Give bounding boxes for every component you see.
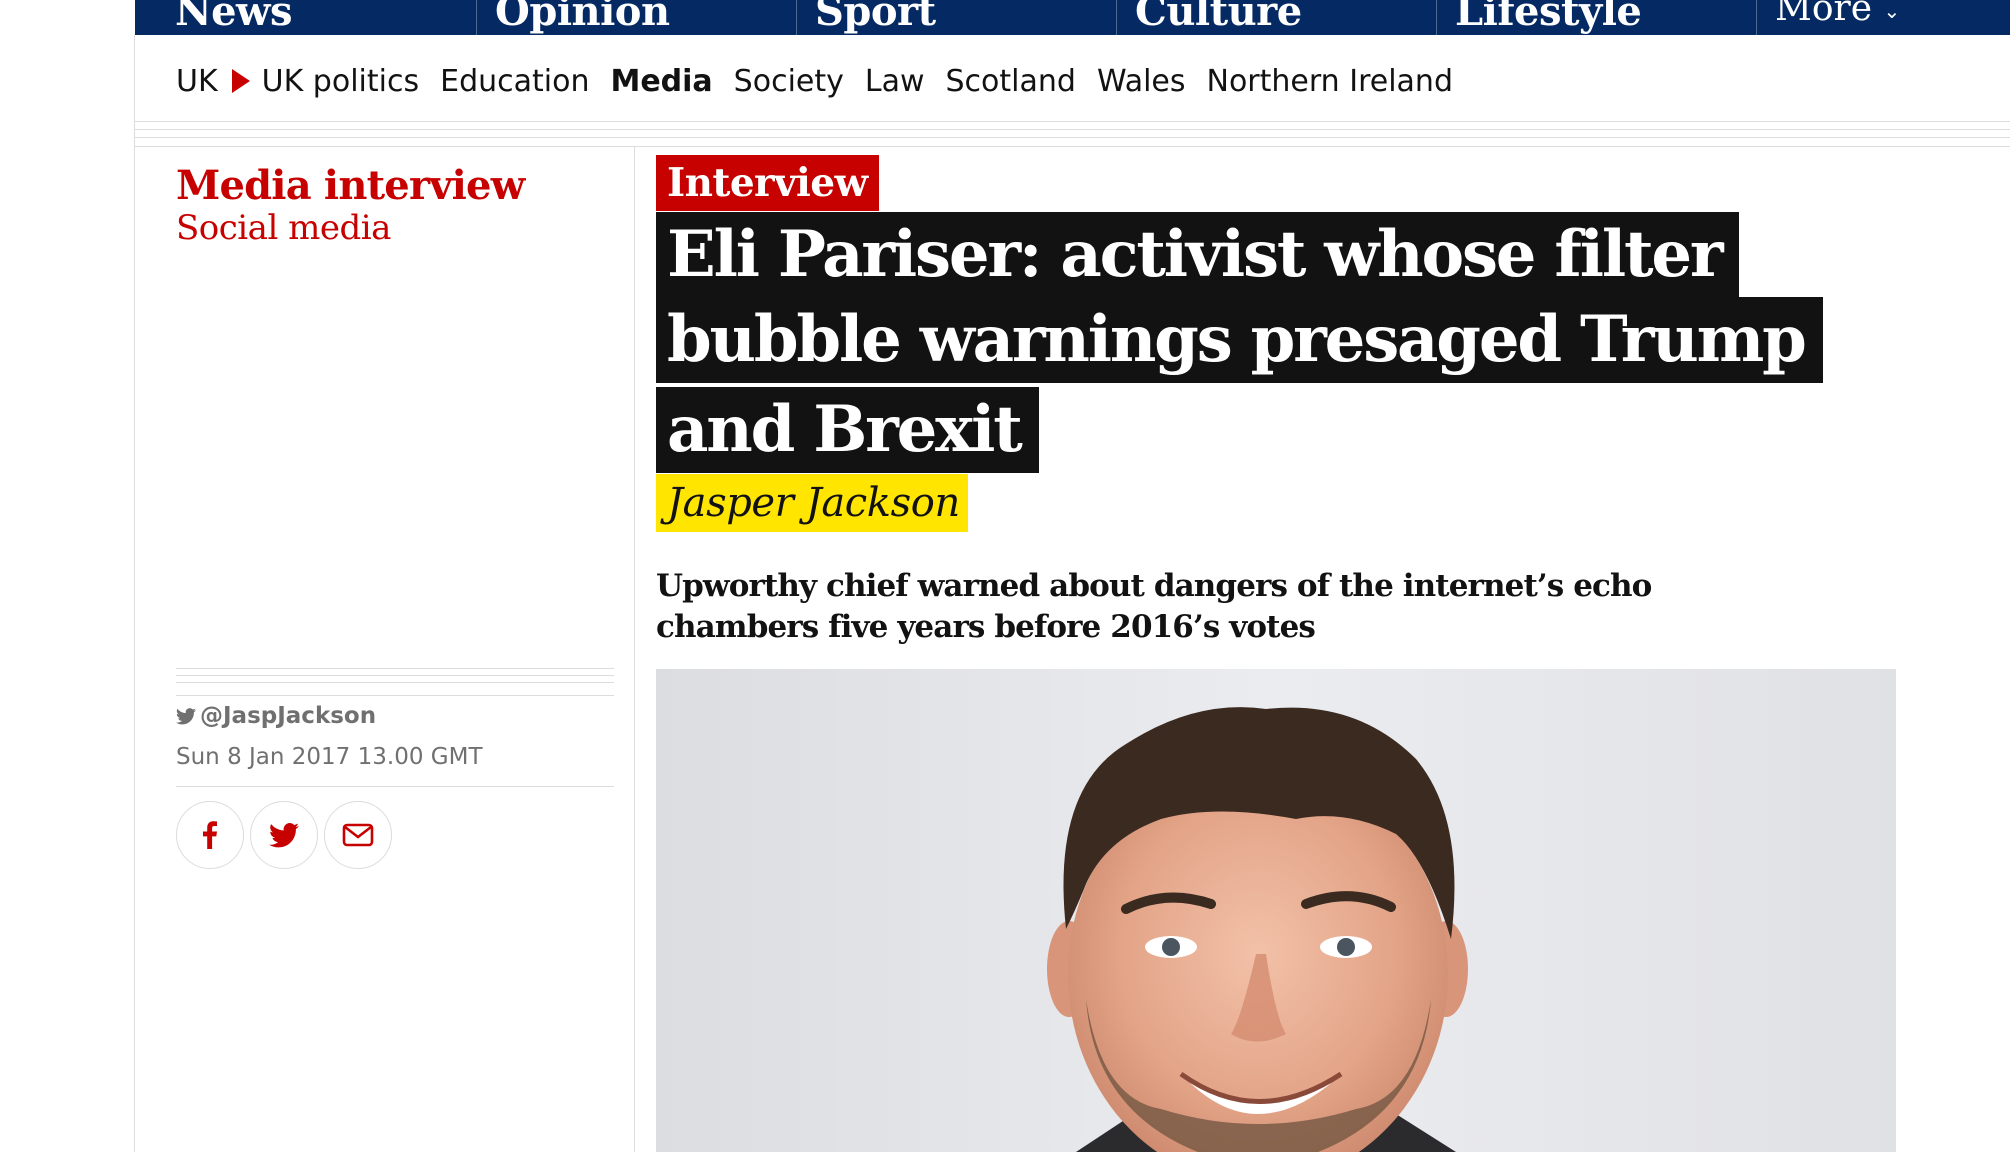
chevron-down-icon: ⌄ — [1883, 0, 1901, 23]
series-label[interactable]: Media interview — [176, 162, 525, 209]
subnav-law[interactable]: Law — [865, 64, 925, 99]
pillar-divider — [476, 0, 477, 35]
pillar-sport[interactable]: Sport — [815, 0, 936, 35]
article-main-image — [656, 669, 1896, 1152]
series-sublabel[interactable]: Social media — [176, 208, 391, 248]
column-divider — [634, 147, 635, 1152]
headline-line: Eli Pariser: activist whose filter — [656, 212, 1740, 298]
portrait-photo — [656, 669, 1896, 1152]
pillar-divider — [796, 0, 797, 35]
headline-line: bubble warnings presaged Trump — [656, 297, 1823, 383]
breadcrumb-arrow-icon — [231, 69, 250, 93]
pillar-divider — [1756, 0, 1757, 35]
article-kicker: Interview — [656, 155, 880, 211]
subnav-uk[interactable]: UK — [176, 64, 218, 99]
pillar-divider — [1116, 0, 1117, 35]
pillar-divider — [1436, 0, 1437, 35]
pillar-more-button[interactable]: More ⌄ — [1775, 0, 1900, 29]
meta-divider-bottom — [176, 786, 614, 787]
pillar-more-label: More — [1775, 0, 1873, 29]
subnav-uk-politics[interactable]: UK politics — [262, 64, 419, 99]
frame-left-border — [134, 35, 135, 1152]
share-twitter-button[interactable] — [250, 801, 318, 869]
article-standfirst: Upworthy chief warned about dangers of t… — [656, 566, 1696, 648]
subnav-education[interactable]: Education — [440, 64, 589, 99]
subnav-wales[interactable]: Wales — [1097, 64, 1186, 99]
facebook-icon — [203, 821, 217, 849]
publish-date: Sun 8 Jan 2017 13.00 GMT — [176, 744, 483, 770]
pillar-news[interactable]: News — [175, 0, 292, 35]
twitter-icon — [269, 822, 299, 847]
meta-divider — [176, 668, 614, 696]
pillar-nav-bar: News Opinion Sport Culture Lifestyle Mor… — [135, 0, 2010, 35]
twitter-handle-text: @JaspJackson — [200, 703, 377, 729]
author-byline[interactable]: Jasper Jackson — [656, 474, 968, 532]
standfirst-line: chambers five years before 2016’s votes — [656, 609, 1316, 645]
pillar-lifestyle[interactable]: Lifestyle — [1455, 0, 1642, 35]
headline-line: and Brexit — [656, 387, 1039, 473]
pillar-opinion[interactable]: Opinion — [495, 0, 670, 35]
subnav-northern-ireland[interactable]: Northern Ireland — [1207, 64, 1453, 99]
subnav-society[interactable]: Society — [734, 64, 844, 99]
author-twitter-link[interactable]: @JaspJackson — [176, 703, 376, 729]
subnav-media[interactable]: Media — [610, 64, 712, 99]
standfirst-line: Upworthy chief warned about dangers of t… — [656, 568, 1652, 604]
pillar-culture[interactable]: Culture — [1135, 0, 1302, 35]
section-divider — [135, 121, 2010, 147]
sub-navigation: UK UK politics Education Media Society L… — [176, 58, 1474, 104]
pillar-nav: News Opinion Sport Culture Lifestyle Mor… — [0, 0, 2010, 35]
share-email-button[interactable] — [324, 801, 392, 869]
twitter-bird-icon — [176, 707, 196, 724]
share-facebook-button[interactable] — [176, 801, 244, 869]
subnav-scotland[interactable]: Scotland — [946, 64, 1076, 99]
email-icon — [342, 823, 374, 847]
